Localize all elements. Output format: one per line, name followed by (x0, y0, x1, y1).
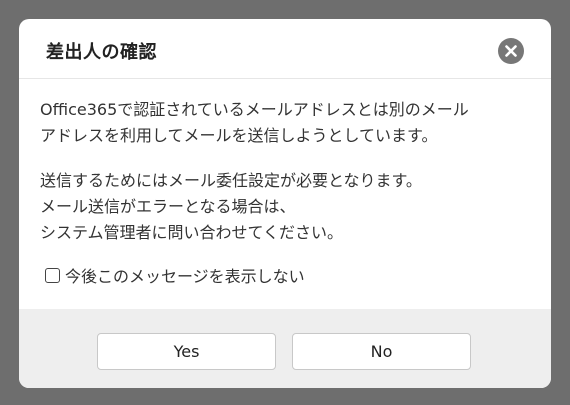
message-line: アドレスを利用してメールを送信しようとしています。 (40, 126, 438, 145)
dont-show-again-label: 今後このメッセージを表示しない (65, 267, 305, 286)
sender-confirm-dialog: 差出人の確認 Office365で認証されているメールアドレスとは別のメール ア… (19, 19, 551, 388)
message-line: システム管理者に問い合わせてください。 (40, 223, 344, 242)
message-line: Office365で認証されているメールアドレスとは別のメール (40, 100, 469, 119)
message-line: 送信するためにはメール委任設定が必要となります。 (40, 171, 422, 190)
no-button[interactable]: No (292, 333, 471, 370)
yes-button[interactable]: Yes (97, 333, 276, 370)
message-delegation-required: 送信するためにはメール委任設定が必要となります。 メール送信がエラーとなる場合は… (40, 168, 535, 246)
message-auth-mismatch: Office365で認証されているメールアドレスとは別のメール アドレスを利用し… (40, 97, 535, 149)
dialog-title: 差出人の確認 (46, 42, 157, 63)
modal-backdrop: 差出人の確認 Office365で認証されているメールアドレスとは別のメール ア… (0, 0, 570, 405)
dialog-footer: Yes No (19, 309, 551, 388)
dont-show-again-checkbox[interactable] (45, 267, 60, 283)
dialog-header: 差出人の確認 (19, 19, 551, 79)
dont-show-again-option[interactable]: 今後このメッセージを表示しない (45, 264, 305, 286)
dialog-body: Office365で認証されているメールアドレスとは別のメール アドレスを利用し… (19, 80, 551, 310)
message-line: メール送信がエラーとなる場合は、 (40, 197, 296, 216)
close-button[interactable] (498, 38, 524, 64)
close-icon (505, 45, 517, 57)
